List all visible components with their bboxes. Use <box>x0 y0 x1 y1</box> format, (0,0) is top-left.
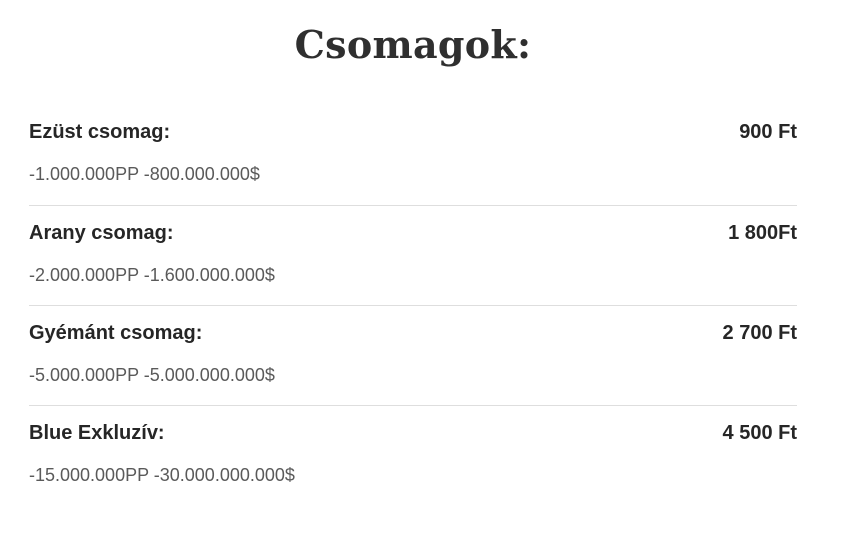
package-price: 2 700 Ft <box>722 322 797 344</box>
package-description: -5.000.000PP -5.000.000.000$ <box>29 365 275 385</box>
package-price: 4 500 Ft <box>722 422 797 444</box>
package-description: -2.000.000PP -1.600.000.000$ <box>29 265 275 285</box>
package-name: Gyémánt csomag: <box>29 322 203 344</box>
package-description: -1.000.000PP -800.000.000$ <box>29 164 260 184</box>
package-list: Ezüst csomag: 900 Ft -1.000.000PP -800.0… <box>29 105 797 506</box>
package-item-blue-exclusive: Blue Exkluzív: 4 500 Ft -15.000.000PP -3… <box>29 406 797 506</box>
package-name: Blue Exkluzív: <box>29 422 165 444</box>
package-item-silver: Ezüst csomag: 900 Ft -1.000.000PP -800.0… <box>29 105 797 206</box>
package-description: -15.000.000PP -30.000.000.000$ <box>29 465 295 485</box>
package-name: Arany csomag: <box>29 222 174 244</box>
package-item-diamond: Gyémánt csomag: 2 700 Ft -5.000.000PP -5… <box>29 306 797 406</box>
package-price: 900 Ft <box>739 121 797 143</box>
package-price: 1 800Ft <box>728 222 797 244</box>
page-title: Csomagok: <box>294 22 532 67</box>
packages-page: Csomagok: Ezüst csomag: 900 Ft -1.000.00… <box>0 0 866 546</box>
package-name: Ezüst csomag: <box>29 121 171 143</box>
package-item-gold: Arany csomag: 1 800Ft -2.000.000PP -1.60… <box>29 206 797 306</box>
